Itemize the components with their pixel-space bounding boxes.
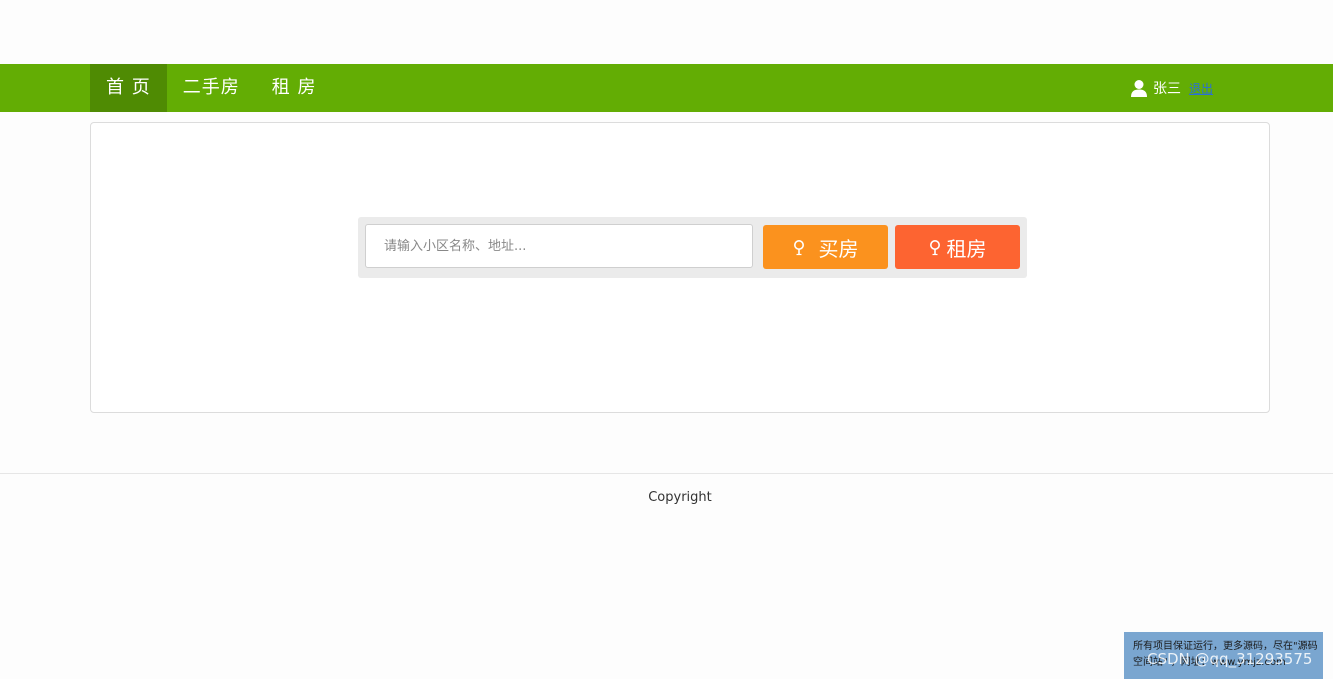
nav-item-second-hand[interactable]: 二手房 xyxy=(167,64,256,112)
top-navbar: 首 页 二手房 租 房 张三 退出 xyxy=(0,64,1333,112)
search-bar: 买房 租房 xyxy=(358,217,1027,278)
map-pin-icon xyxy=(793,238,807,256)
copyright-text: Copyright xyxy=(648,490,712,505)
nav-item-rent[interactable]: 租 房 xyxy=(256,64,333,112)
logout-link[interactable]: 退出 xyxy=(1189,80,1213,97)
buy-button[interactable]: 买房 xyxy=(763,225,888,269)
main-nav: 首 页 二手房 租 房 xyxy=(90,64,332,112)
map-pin-icon xyxy=(929,238,943,256)
footer-divider xyxy=(0,473,1333,474)
user-name: 张三 xyxy=(1153,81,1181,97)
buy-button-label: 买房 xyxy=(818,236,859,261)
user-icon xyxy=(1130,79,1148,97)
nav-item-home[interactable]: 首 页 xyxy=(90,64,167,112)
rent-button[interactable]: 租房 xyxy=(895,225,1020,269)
search-input[interactable] xyxy=(365,224,753,268)
user-box: 张三 退出 xyxy=(1130,64,1213,112)
watermark: CSDN @qq_31293575 xyxy=(1147,650,1313,668)
rent-button-label: 租房 xyxy=(946,236,987,261)
